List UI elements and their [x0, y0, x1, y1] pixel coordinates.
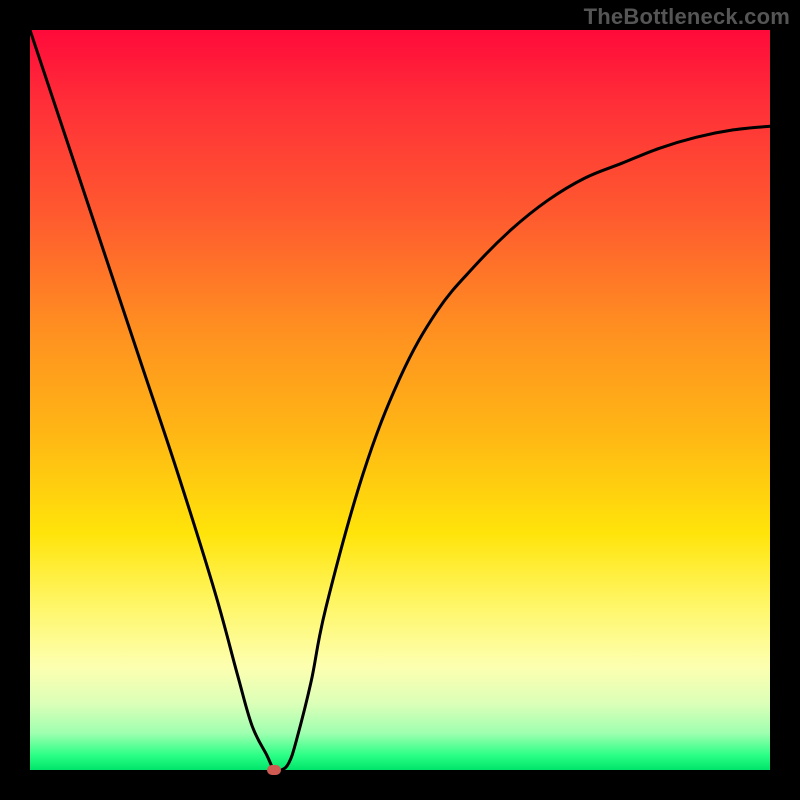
- plot-area: [30, 30, 770, 770]
- curve-svg: [30, 30, 770, 770]
- chart-frame: TheBottleneck.com: [0, 0, 800, 800]
- watermark-text: TheBottleneck.com: [584, 4, 790, 30]
- bottleneck-curve: [30, 30, 770, 772]
- minimum-marker: [267, 765, 281, 775]
